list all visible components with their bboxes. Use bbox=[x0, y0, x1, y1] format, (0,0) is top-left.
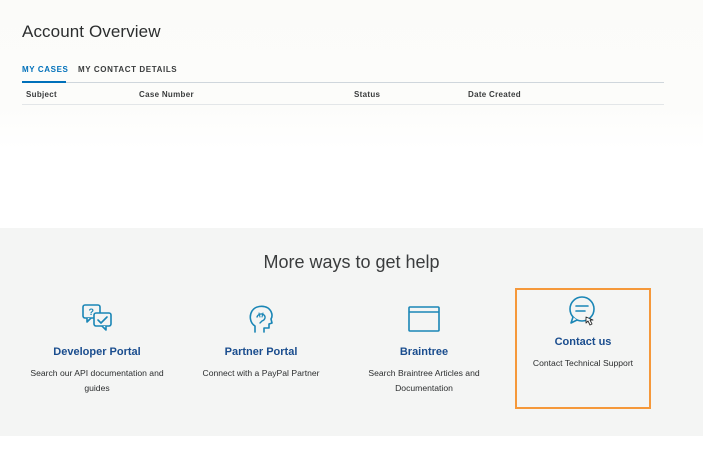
svg-text:?: ? bbox=[89, 307, 95, 317]
developer-portal-card[interactable]: ? Developer Portal Search our API docume… bbox=[12, 298, 182, 408]
developer-portal-label: Developer Portal bbox=[53, 346, 141, 358]
contact-us-card[interactable]: Contact us Contact Technical Support bbox=[515, 288, 651, 409]
contact-us-label: Contact us bbox=[554, 336, 612, 348]
partner-portal-label: Partner Portal bbox=[224, 346, 298, 358]
contact-chat-icon bbox=[569, 296, 595, 326]
column-header-case-number[interactable]: Case Number bbox=[139, 90, 194, 99]
cases-table-header: Subject Case Number Status Date Created bbox=[22, 84, 664, 105]
tab-my-cases[interactable]: MY CASES bbox=[22, 65, 68, 74]
page-title: Account Overview bbox=[22, 22, 161, 41]
tab-my-contact-details[interactable]: MY CONTACT DETAILS bbox=[78, 65, 177, 74]
braintree-label: Braintree bbox=[399, 346, 449, 358]
active-tab-indicator bbox=[22, 81, 66, 83]
tab-bar: MY CASES MY CONTACT DETAILS bbox=[22, 63, 664, 83]
partner-portal-card[interactable]: Partner Portal Connect with a PayPal Par… bbox=[176, 298, 346, 408]
braintree-card[interactable]: Braintree Search Braintree Articles and … bbox=[339, 298, 509, 408]
contact-us-description: Contact Technical Support bbox=[532, 358, 634, 368]
chat-bubbles-icon: ? bbox=[82, 304, 112, 331]
column-header-subject[interactable]: Subject bbox=[26, 90, 57, 99]
footer-spacer bbox=[0, 436, 703, 450]
browser-window-icon bbox=[408, 306, 440, 332]
braintree-description: Search Braintree Articles and Documentat… bbox=[368, 368, 480, 393]
help-section-title: More ways to get help bbox=[263, 252, 440, 272]
partner-head-icon bbox=[249, 305, 273, 333]
developer-portal-description: Search our API documentation and guides bbox=[30, 368, 164, 393]
account-overview-section: Account Overview MY CASES MY CONTACT DET… bbox=[0, 0, 703, 228]
column-header-date-created[interactable]: Date Created bbox=[468, 90, 521, 99]
help-section: More ways to get help ? Developer Portal… bbox=[0, 228, 703, 436]
partner-portal-description: Connect with a PayPal Partner bbox=[202, 368, 320, 378]
column-header-status[interactable]: Status bbox=[354, 90, 380, 99]
